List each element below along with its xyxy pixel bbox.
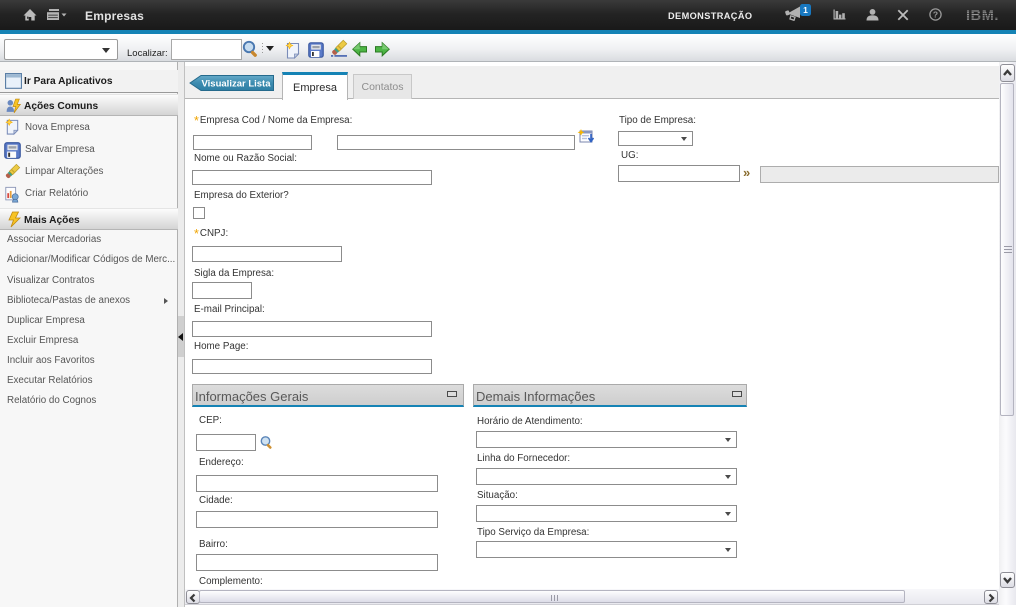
svg-text:Visualizar Lista: Visualizar Lista xyxy=(202,79,272,90)
svg-text:IBM.: IBM. xyxy=(966,8,999,23)
svg-text:?: ? xyxy=(933,10,938,20)
